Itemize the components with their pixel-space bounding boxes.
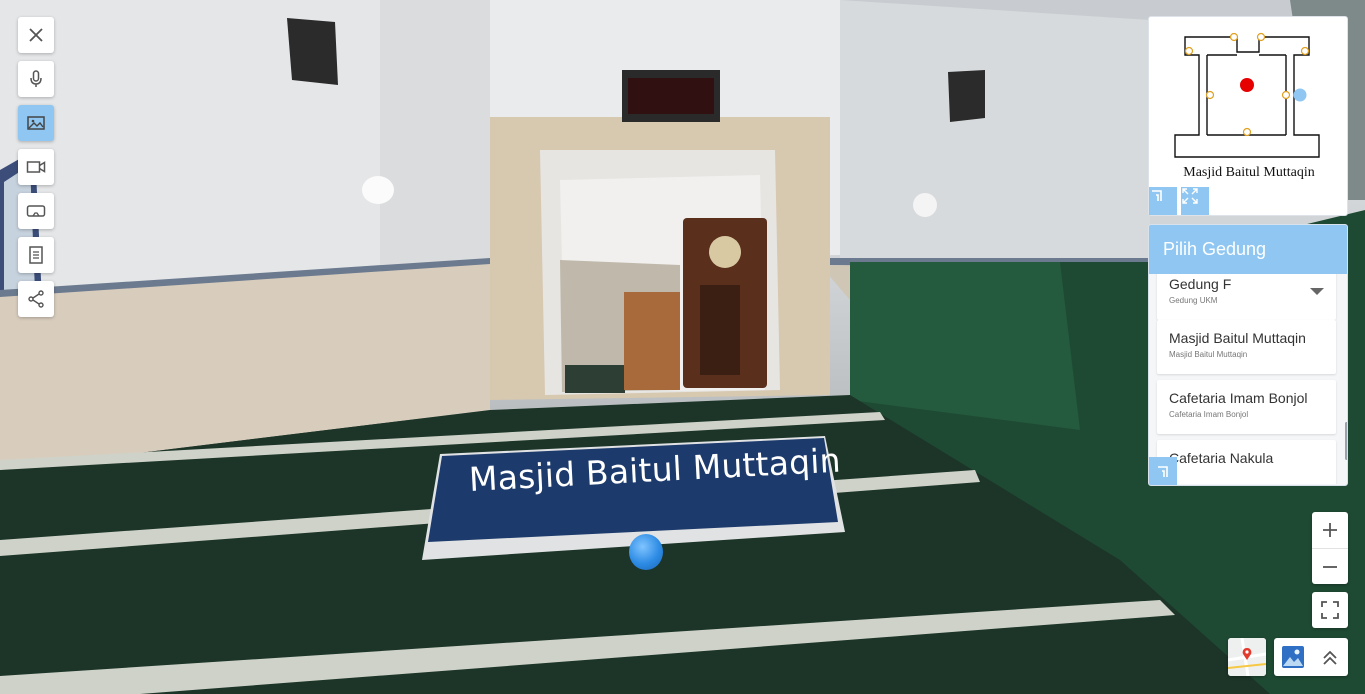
navigation-hotspot[interactable] [629, 534, 663, 570]
building-item-subtitle: Cafetaria Imam Bonjol [1169, 410, 1249, 419]
minimap-caption: Masjid Baitul Muttaqin [1183, 165, 1315, 180]
microphone-icon [30, 70, 42, 87]
panel-collapse-button[interactable] [1149, 457, 1177, 485]
dropdown-arrow-icon [1310, 288, 1324, 295]
building-item-subtitle: Masjid Baitul Muttaqin [1169, 350, 1248, 359]
close-button[interactable] [18, 17, 54, 53]
building-item-title: Cafetaria Imam Bonjol [1169, 390, 1308, 406]
building-item-masjid[interactable]: Masjid Baitul Muttaqin Masjid Baitul Mut… [1157, 320, 1336, 374]
panel-title: Pilih Gedung [1149, 225, 1347, 274]
close-icon [29, 28, 43, 42]
image-button[interactable] [18, 105, 54, 141]
corner-collapse-icon [1152, 190, 1162, 201]
google-map-button[interactable] [1228, 638, 1266, 676]
corner-collapse-icon [1158, 466, 1168, 477]
zoom-out-button[interactable] [1312, 548, 1348, 584]
building-item-gedung-f[interactable]: Gedung F Gedung UKM [1157, 274, 1336, 320]
minus-icon [1323, 565, 1337, 568]
video-button[interactable] [18, 149, 54, 185]
minimap-expand-button[interactable] [1181, 187, 1209, 215]
vr-headset-icon [26, 205, 46, 217]
gallery-toolbar [1274, 638, 1348, 676]
zoom-in-button[interactable] [1312, 512, 1348, 548]
chevron-double-up-icon [1322, 650, 1337, 665]
building-item-cafetaria-imam-bonjol[interactable]: Cafetaria Imam Bonjol Cafetaria Imam Bon… [1157, 380, 1336, 434]
building-item-title: Gedung F [1169, 276, 1232, 292]
list-scrollbar[interactable] [1345, 422, 1347, 460]
info-document-button[interactable] [18, 237, 54, 273]
minimap-collapse-button[interactable] [1149, 187, 1177, 215]
expand-gallery-button[interactable] [1315, 642, 1345, 672]
plus-icon [1323, 523, 1337, 537]
building-item-subtitle: Gedung UKM [1169, 296, 1218, 305]
zoom-controls [1312, 512, 1348, 584]
image-icon [27, 116, 45, 130]
floorplan-minimap[interactable]: Masjid Baitul Muttaqin [1148, 16, 1348, 216]
expand-icon [1182, 188, 1198, 204]
floorplan-drawing [1174, 32, 1320, 158]
building-item-title: Cafetaria Nakula [1169, 450, 1274, 466]
building-item-cafetaria-nakula[interactable]: Cafetaria Nakula [1157, 440, 1336, 484]
building-item-title: Masjid Baitul Muttaqin [1169, 330, 1306, 346]
fullscreen-button[interactable] [1312, 592, 1348, 628]
share-icon [28, 290, 44, 308]
document-icon [29, 246, 43, 264]
microphone-button[interactable] [18, 61, 54, 97]
gallery-button[interactable] [1278, 642, 1308, 672]
vr-button[interactable] [18, 193, 54, 229]
building-list[interactable]: Gedung F Gedung UKM Masjid Baitul Muttaq… [1149, 274, 1347, 484]
fullscreen-icon [1321, 601, 1339, 619]
building-picker-panel: Pilih Gedung Gedung F Gedung UKM Masjid … [1148, 224, 1348, 486]
photo-gallery-icon [1281, 646, 1304, 668]
left-toolbar [18, 17, 54, 325]
share-button[interactable] [18, 281, 54, 317]
video-icon [26, 161, 46, 173]
map-thumbnail-icon [1228, 638, 1266, 676]
